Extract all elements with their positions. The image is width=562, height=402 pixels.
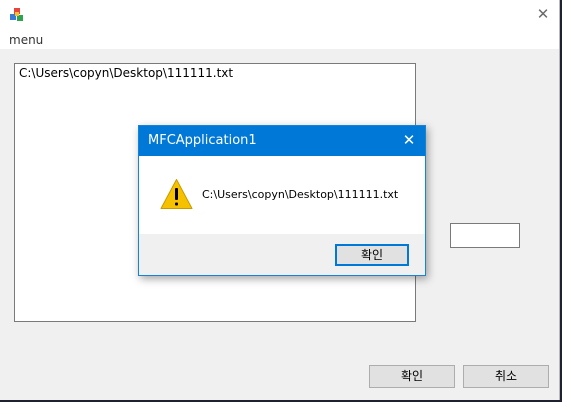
ok-button[interactable]: 확인: [369, 365, 455, 388]
cancel-button[interactable]: 취소: [463, 365, 549, 388]
message-box-body: C:\Users\copyn\Desktop\111111.txt: [139, 156, 425, 234]
message-box-title-bar[interactable]: MFCApplication1 ✕: [139, 126, 425, 156]
message-ok-button[interactable]: 확인: [335, 244, 409, 266]
warning-icon: [160, 179, 193, 209]
app-icon: [10, 8, 23, 21]
title-bar[interactable]: ✕: [0, 0, 559, 31]
close-icon[interactable]: ✕: [401, 132, 417, 148]
list-item[interactable]: C:\Users\copyn\Desktop\111111.txt: [19, 66, 233, 80]
message-text: C:\Users\copyn\Desktop\111111.txt: [202, 188, 399, 201]
close-icon[interactable]: ✕: [535, 6, 551, 22]
message-box-title: MFCApplication1: [148, 133, 257, 148]
menu-bar: menu: [0, 31, 559, 50]
menu-item[interactable]: menu: [9, 33, 43, 47]
side-edit-field[interactable]: [450, 223, 520, 248]
message-box: MFCApplication1 ✕ C:\Users\copyn\Desktop…: [138, 125, 426, 276]
message-box-footer: 확인: [139, 234, 425, 275]
